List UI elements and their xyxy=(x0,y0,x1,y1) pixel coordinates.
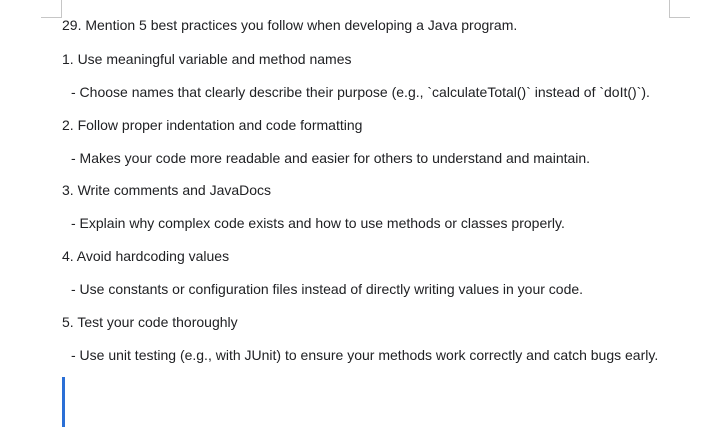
practice-3-title: 3. Write comments and JavaDocs xyxy=(62,182,272,198)
practice-5-detail: - Use unit testing (e.g., with JUnit) to… xyxy=(71,347,659,363)
practice-2-detail: - Makes your code more readable and easi… xyxy=(71,150,591,166)
practice-1-detail: - Choose names that clearly describe the… xyxy=(71,84,650,100)
page-corner-mark-right xyxy=(669,0,690,18)
practice-3-detail: - Explain why complex code exists and ho… xyxy=(71,215,565,231)
practice-4-detail: - Use constants or configuration files i… xyxy=(71,281,584,297)
practice-5-title: 5. Test your code thoroughly xyxy=(62,314,238,330)
text-cursor xyxy=(62,377,65,427)
page-corner-mark-left xyxy=(41,0,62,18)
practice-2-title: 2. Follow proper indentation and code fo… xyxy=(62,117,363,133)
question-heading: 29. Mention 5 best practices you follow … xyxy=(62,17,518,33)
practice-4-title: 4. Avoid hardcoding values xyxy=(62,248,230,264)
practice-1-title: 1. Use meaningful variable and method na… xyxy=(62,51,352,67)
